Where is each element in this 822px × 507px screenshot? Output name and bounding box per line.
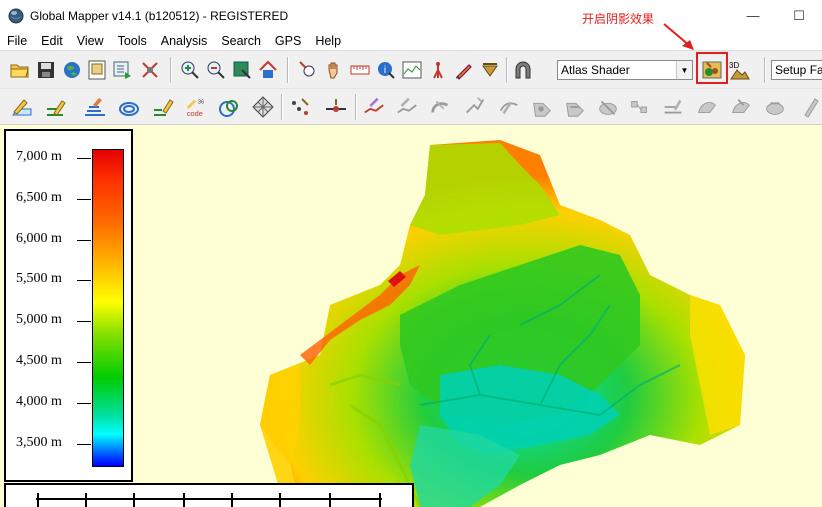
svg-text:code: code: [187, 109, 203, 118]
grid-icon[interactable]: [251, 95, 275, 119]
minimize-button[interactable]: —: [730, 0, 776, 31]
disabled-tool-4-icon[interactable]: [497, 95, 521, 119]
legend-label: 4,000 m: [16, 394, 62, 409]
menu-tools[interactable]: Tools: [110, 34, 153, 48]
toolbar-separator: [355, 94, 357, 120]
menu-search[interactable]: Search: [213, 34, 267, 48]
maximize-button[interactable]: ☐: [776, 0, 822, 31]
scatter-points-icon[interactable]: [288, 95, 312, 119]
disabled-tool-2-icon[interactable]: [429, 95, 453, 119]
legend-tick: [77, 403, 91, 404]
svg-text:36: 36: [198, 99, 204, 105]
toolbar-separator: [170, 57, 172, 83]
toolbar-separator: [281, 94, 283, 120]
globe-app-icon: [8, 8, 24, 23]
shader-select-value: Atlas Shader: [561, 63, 630, 77]
tunnel-icon[interactable]: [511, 58, 535, 82]
disabled-tool-8-icon[interactable]: [628, 95, 652, 119]
legend-label: 5,000 m: [16, 312, 62, 327]
3d-path-icon[interactable]: [478, 58, 502, 82]
view-shed-icon[interactable]: [426, 58, 450, 82]
pan-hand-icon[interactable]: [322, 58, 346, 82]
open-folder-icon[interactable]: [8, 58, 32, 82]
disabled-tool-5-icon[interactable]: [530, 95, 554, 119]
analysis-toolbar: code 36: [0, 88, 822, 125]
create-elevation-grid-icon[interactable]: [83, 95, 107, 119]
scale-bar: [4, 483, 414, 507]
legend-tick: [77, 444, 91, 445]
menu-analysis[interactable]: Analysis: [153, 34, 214, 48]
export-icon[interactable]: [111, 58, 135, 82]
legend-tick: [77, 280, 91, 281]
toolbar-separator: [287, 57, 289, 83]
measure-icon[interactable]: [348, 58, 372, 82]
menu-edit[interactable]: Edit: [33, 34, 69, 48]
window-title: Global Mapper v14.1 (b120512) - REGISTER…: [30, 8, 289, 23]
disabled-tool-12-icon[interactable]: [763, 95, 787, 119]
digitizer-icon[interactable]: [452, 58, 476, 82]
disabled-tool-6-icon[interactable]: [563, 95, 587, 119]
annotation-arrow-icon: [663, 23, 694, 50]
legend-label: 4,500 m: [16, 353, 62, 368]
insert-point-icon[interactable]: [324, 95, 348, 119]
legend-tick: [77, 321, 91, 322]
coordinate-code-icon[interactable]: code 36: [185, 95, 209, 119]
shader-select[interactable]: Atlas Shader ▼: [557, 60, 693, 80]
disabled-tool-10-icon[interactable]: [695, 95, 719, 119]
svg-text:i: i: [384, 65, 386, 76]
legend-tick: [77, 240, 91, 241]
globe-icon[interactable]: [60, 58, 84, 82]
highlight-frame: [696, 52, 728, 84]
print-preview-icon[interactable]: [85, 58, 109, 82]
annotation-label: 开启阴影效果: [582, 12, 655, 26]
toolbar-separator: [506, 57, 508, 83]
feature-info-icon[interactable]: i: [374, 58, 398, 82]
path-profile-icon[interactable]: [400, 58, 424, 82]
edit-vertices-icon[interactable]: [151, 95, 175, 119]
zoom-in-icon[interactable]: [178, 58, 202, 82]
disabled-tool-11-icon[interactable]: [729, 95, 753, 119]
legend-tick: [77, 199, 91, 200]
setup-favorites-dropdown[interactable]: Setup Fav: [771, 60, 822, 80]
legend-label: 5,500 m: [16, 271, 62, 286]
legend-label: 7,000 m: [16, 149, 62, 164]
3d-view-icon[interactable]: 3D: [727, 58, 751, 82]
legend-label: 6,500 m: [16, 190, 62, 205]
config-tools-icon[interactable]: [138, 58, 162, 82]
legend-label: 6,000 m: [16, 231, 62, 246]
contour-icon[interactable]: [117, 95, 141, 119]
digitize-area-icon[interactable]: [10, 95, 34, 119]
elevation-legend: 7,000 m 6,500 m 6,000 m 5,500 m 5,000 m …: [4, 129, 133, 482]
zoom-box-icon[interactable]: [230, 58, 254, 82]
zoom-tool-icon[interactable]: [296, 58, 320, 82]
zoom-out-icon[interactable]: [204, 58, 228, 82]
legend-tick: [77, 158, 91, 159]
disabled-tool-1-icon[interactable]: [395, 95, 419, 119]
disabled-tool-13-icon[interactable]: [799, 95, 822, 119]
toolbar-separator: [764, 57, 766, 83]
buffer-icon[interactable]: [217, 95, 241, 119]
disabled-tool-3-icon[interactable]: [463, 95, 487, 119]
digitize-line-icon[interactable]: [44, 95, 68, 119]
menu-help[interactable]: Help: [307, 34, 347, 48]
home-icon[interactable]: [256, 58, 280, 82]
svg-text:3D: 3D: [729, 61, 739, 70]
legend-color-ramp: [92, 149, 124, 467]
menu-file[interactable]: File: [0, 34, 33, 48]
chevron-down-icon[interactable]: ▼: [676, 61, 692, 79]
legend-label: 3,500 m: [16, 435, 62, 450]
legend-tick: [77, 362, 91, 363]
save-icon[interactable]: [34, 58, 58, 82]
disabled-tool-7-icon[interactable]: [596, 95, 620, 119]
path-edit-icon[interactable]: [362, 95, 386, 119]
menu-gps[interactable]: GPS: [267, 34, 307, 48]
menu-view[interactable]: View: [69, 34, 110, 48]
map-canvas[interactable]: 7,000 m 6,500 m 6,000 m 5,500 m 5,000 m …: [0, 125, 822, 507]
scale-bar-ruler: [36, 493, 382, 507]
disabled-tool-9-icon[interactable]: [661, 95, 685, 119]
